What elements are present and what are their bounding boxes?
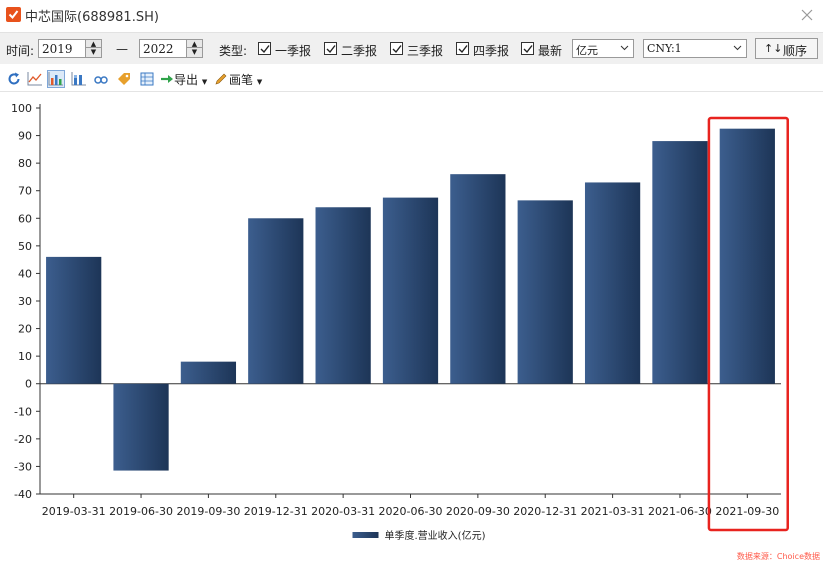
y-tick-label: -20: [14, 433, 32, 446]
checkbox-label: 最新: [538, 44, 563, 58]
checkbox-label: 二季报: [341, 44, 378, 58]
check-icon: [326, 45, 336, 54]
y-tick-label: 0: [25, 378, 32, 391]
pen-menu[interactable]: 画笔 ▼: [229, 71, 262, 88]
close-icon: [801, 9, 813, 21]
x-tick-label: 2020-06-30: [379, 505, 443, 518]
export-menu[interactable]: 导出 ▼: [174, 71, 207, 88]
line-chart-icon[interactable]: [26, 70, 44, 88]
spin-down-icon[interactable]: ▼: [187, 48, 202, 56]
bar-2021-09-30[interactable]: [719, 128, 775, 384]
bar-2019-06-30[interactable]: [113, 383, 169, 471]
bar-2020-06-30[interactable]: [382, 197, 439, 384]
start-year-value: 2019: [42, 42, 73, 56]
checkbox-box[interactable]: [390, 42, 403, 55]
x-tick-label: 2019-06-30: [109, 505, 173, 518]
refresh-icon[interactable]: [5, 70, 23, 88]
filter-toolbar: 时间: 2019 ▲ ▼ — 2022 ▲ ▼ 类型: 一季报 二季报 三季报 …: [0, 32, 823, 64]
checkbox-label: 四季报: [473, 44, 510, 58]
chevron-down-icon: [620, 45, 629, 51]
currency-select[interactable]: CNY:1: [643, 39, 747, 58]
y-tick-label: 40: [18, 267, 32, 280]
type-label: 类型:: [219, 44, 248, 58]
legend-swatch: [352, 532, 379, 538]
y-tick-label: 50: [18, 240, 32, 253]
x-tick-label: 2021-09-30: [715, 505, 779, 518]
x-tick-label: 2021-03-31: [581, 505, 645, 518]
x-tick-label: 2020-03-31: [311, 505, 375, 518]
bar-chart-icon[interactable]: [47, 70, 65, 88]
unit-select[interactable]: 亿元: [572, 39, 634, 58]
checkbox-label: 三季报: [407, 44, 444, 58]
time-label: 时间:: [6, 44, 35, 58]
chevron-down-icon: [733, 45, 742, 51]
export-label: 导出: [174, 73, 199, 87]
bar-chart: 1009080706050403020100-10-20-30-402019-0…: [11, 102, 789, 542]
check-icon: [260, 45, 270, 54]
spin-up-icon[interactable]: ▲: [187, 40, 202, 48]
end-year-stepper[interactable]: 2022 ▲ ▼: [139, 39, 203, 58]
y-tick-label: -30: [14, 460, 32, 473]
bar-2019-12-31[interactable]: [248, 218, 304, 384]
y-tick-label: 70: [18, 185, 32, 198]
checkbox-box[interactable]: [258, 42, 271, 55]
check-icon: [523, 45, 533, 54]
dropdown-arrow-icon: ▼: [201, 78, 208, 86]
y-tick-label: 100: [11, 102, 32, 115]
close-button[interactable]: [797, 5, 817, 25]
start-year-stepper[interactable]: 2019 ▲ ▼: [38, 39, 102, 58]
y-tick-label: 20: [18, 323, 32, 336]
bar-2020-09-30[interactable]: [450, 174, 506, 384]
bar-2021-06-30[interactable]: [652, 141, 708, 384]
order-button[interactable]: ↑↓ 顺序: [755, 38, 818, 59]
y-tick-label: -40: [14, 488, 32, 501]
check-icon: [458, 45, 468, 54]
currency-select-value: CNY:1: [647, 42, 682, 55]
tag-icon[interactable]: [115, 70, 133, 88]
bar-2020-12-31[interactable]: [517, 200, 573, 384]
spin-down-icon[interactable]: ▼: [86, 48, 101, 56]
y-tick-label: -10: [14, 405, 32, 418]
bar-2019-03-31[interactable]: [46, 256, 102, 384]
y-tick-label: 80: [18, 157, 32, 170]
link-icon[interactable]: [92, 70, 110, 88]
y-tick-label: 60: [18, 212, 32, 225]
pen-label: 画笔: [229, 73, 254, 87]
title-bar: 中芯国际(688981.SH): [0, 0, 823, 30]
sort-arrows-icon: ↑↓: [764, 42, 783, 55]
bar-2021-03-31[interactable]: [584, 182, 641, 384]
bar-2020-03-31[interactable]: [315, 207, 371, 384]
order-button-label: 顺序: [783, 44, 808, 58]
dropdown-arrow-icon: ▼: [256, 78, 263, 86]
x-tick-label: 2019-03-31: [42, 505, 106, 518]
checkbox-box[interactable]: [456, 42, 469, 55]
pen-icon[interactable]: [212, 70, 230, 88]
checkbox-box[interactable]: [324, 42, 337, 55]
x-tick-label: 2019-09-30: [176, 505, 240, 518]
range-dash: —: [116, 42, 128, 56]
bar-2019-09-30[interactable]: [180, 361, 237, 384]
stacked-bar-icon[interactable]: [70, 70, 88, 88]
y-tick-label: 10: [18, 350, 32, 363]
window-title: 中芯国际(688981.SH): [25, 10, 159, 25]
chart-area: 100 90 80 70 60 50 40 30 20 10 0 -10 -20 -30 -40 2019-0…: [0, 92, 823, 564]
table-icon[interactable]: [138, 70, 156, 88]
checkbox-box[interactable]: [521, 42, 534, 55]
end-year-value: 2022: [143, 42, 174, 56]
x-tick-label: 2021-06-30: [648, 505, 712, 518]
app-check-icon: [6, 7, 21, 22]
chart-toolbar: 导出 ▼ 画笔 ▼: [0, 66, 823, 92]
y-tick-label: 30: [18, 295, 32, 308]
x-tick-label: 2019-12-31: [244, 505, 308, 518]
unit-select-value: 亿元: [576, 44, 598, 57]
y-tick-label: 90: [18, 130, 32, 143]
spin-up-icon[interactable]: ▲: [86, 40, 101, 48]
source-note: 数据来源：Choice数据: [736, 552, 820, 561]
checkbox-label: 一季报: [275, 44, 312, 58]
legend-label: 单季度.营业收入(亿元): [385, 529, 486, 542]
x-tick-label: 2020-09-30: [446, 505, 510, 518]
x-tick-label: 2020-12-31: [513, 505, 577, 518]
check-icon: [392, 45, 402, 54]
